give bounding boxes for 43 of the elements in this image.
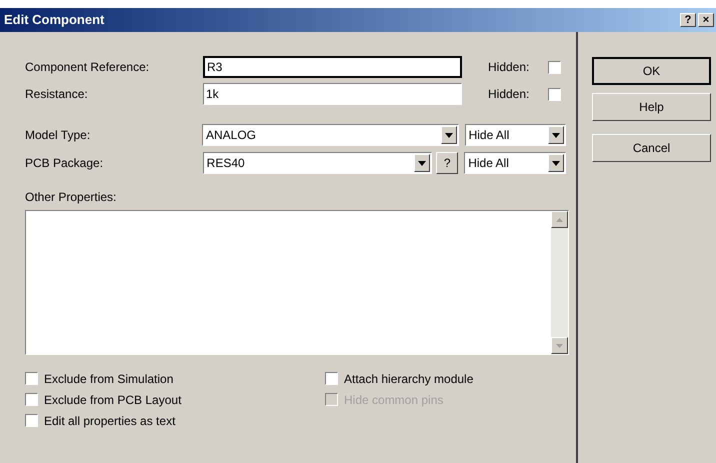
dropdown-arrow-button[interactable] (440, 126, 457, 144)
checkbox-label: Exclude from Simulation (44, 370, 174, 388)
caret-down-icon (552, 132, 560, 138)
text-field[interactable]: 1k (203, 83, 462, 105)
field-label: Component Reference: (25, 59, 150, 76)
scroll-up-button[interactable] (551, 211, 568, 228)
dialog-button[interactable]: OK (592, 57, 711, 85)
checkbox[interactable] (25, 393, 38, 406)
section-label: Other Properties: (25, 189, 118, 206)
arrow-up-icon (556, 218, 563, 222)
close-button[interactable]: × (698, 13, 714, 27)
field-label: Resistance: (25, 86, 89, 103)
help-button[interactable]: ? (436, 152, 458, 174)
dialog-button[interactable]: Help (592, 93, 711, 121)
scrollbar[interactable] (551, 211, 568, 354)
scroll-down-button[interactable] (551, 337, 568, 354)
hidden-label: Hidden: (488, 59, 530, 76)
window-title: Edit Component (4, 11, 104, 30)
dropdown[interactable]: ANALOG (202, 124, 459, 146)
field-label: PCB Package: (25, 155, 104, 172)
dropdown[interactable]: RES40 (202, 152, 432, 174)
dropdown-arrow-button[interactable] (414, 154, 430, 172)
field-label: Model Type: (25, 127, 92, 144)
dropdown-arrow-button[interactable] (548, 126, 564, 144)
checkbox[interactable] (25, 372, 38, 385)
dialog-button[interactable]: Cancel (592, 134, 711, 162)
checkbox[interactable] (548, 88, 561, 100)
caret-down-icon (552, 160, 560, 166)
visibility-dropdown[interactable]: Hide All (464, 152, 566, 174)
arrow-down-icon (556, 344, 563, 348)
dropdown-arrow-button[interactable] (548, 154, 564, 172)
visibility-dropdown[interactable]: Hide All (464, 124, 566, 146)
checkbox[interactable] (325, 372, 338, 385)
hidden-label: Hidden: (488, 86, 530, 103)
checkbox[interactable] (25, 414, 38, 427)
checkbox-label: Attach hierarchy module (344, 370, 474, 388)
caret-down-icon (444, 132, 453, 138)
checkbox-label: Edit all properties as text (44, 412, 176, 430)
text-field[interactable]: R3 (203, 56, 462, 78)
checkbox-label: Exclude from PCB Layout (44, 392, 182, 408)
caret-down-icon (418, 160, 426, 166)
help-button[interactable]: ? (680, 13, 696, 27)
checkbox[interactable] (548, 60, 561, 74)
